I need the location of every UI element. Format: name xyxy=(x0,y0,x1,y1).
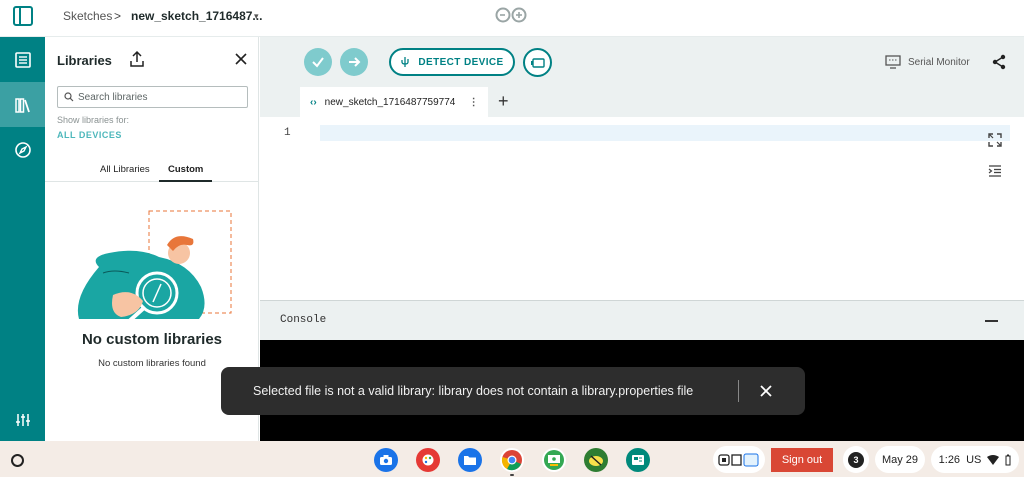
date-label: May 29 xyxy=(881,453,919,466)
minimize-console-icon[interactable] xyxy=(985,320,998,322)
screen-capture-icon xyxy=(718,453,759,466)
board-selector-button[interactable] xyxy=(523,48,552,77)
show-libraries-for-label: Show libraries for: xyxy=(57,115,130,125)
game-app-icon[interactable] xyxy=(584,448,608,472)
sliders-icon xyxy=(15,413,30,426)
monitor-icon xyxy=(885,55,901,69)
wifi-icon xyxy=(987,454,1000,465)
arrow-right-icon xyxy=(349,57,361,67)
board-icon xyxy=(530,57,545,68)
add-tab-icon[interactable]: + xyxy=(498,91,509,112)
camera-app-icon[interactable] xyxy=(374,448,398,472)
close-icon[interactable] xyxy=(759,384,773,403)
detect-device-label: DETECT DEVICE xyxy=(418,56,504,68)
sign-out-button[interactable]: Sign out xyxy=(771,448,833,472)
os-shelf: Sign out 3 May 29 1:26 US xyxy=(0,441,1024,477)
active-app-indicator xyxy=(510,474,514,476)
line-number: 1 xyxy=(284,127,291,139)
top-bar: Sketches > new_sketch_1716487... ▾ xyxy=(0,0,1024,37)
tab-menu-icon[interactable]: ⋮ xyxy=(469,97,479,108)
sketchbook-icon xyxy=(14,51,31,68)
expand-icon[interactable] xyxy=(987,132,1003,153)
editor-area: DETECT DEVICE Serial Monitor ‹› new_sket… xyxy=(260,37,1024,300)
sketch-menu-caret[interactable]: ▾ xyxy=(254,11,259,22)
notification-count-badge: 3 xyxy=(848,451,864,468)
arduino-logo xyxy=(494,7,530,28)
compass-icon xyxy=(14,141,31,158)
breadcrumb-sketches[interactable]: Sketches xyxy=(63,9,112,23)
format-indent-icon[interactable] xyxy=(987,164,1003,183)
canvas-app-icon[interactable] xyxy=(416,448,440,472)
rail-sketchbook[interactable] xyxy=(0,37,45,82)
tab-custom[interactable]: Custom xyxy=(168,164,203,175)
notifications-tray[interactable]: 3 xyxy=(843,446,869,473)
check-icon xyxy=(312,57,324,68)
file-tab[interactable]: ‹› new_sketch_1716487759774 ⋮ xyxy=(300,87,488,117)
classroom-app-icon[interactable] xyxy=(542,448,566,472)
empty-state-illustration xyxy=(69,207,239,332)
console-header: Console xyxy=(260,300,1024,340)
rail-libraries[interactable] xyxy=(0,82,45,127)
holding-space-tray[interactable] xyxy=(713,446,765,473)
time-label: 1:26 xyxy=(938,453,961,466)
libraries-title: Libraries xyxy=(57,53,112,68)
launcher-icon[interactable] xyxy=(11,454,24,467)
tabs-divider xyxy=(45,181,259,182)
rail-examples[interactable] xyxy=(0,127,45,172)
breadcrumb-separator: > xyxy=(114,9,122,23)
current-line-highlight[interactable] xyxy=(320,125,1010,141)
arduino-app-icon[interactable] xyxy=(626,448,650,472)
ime-label: US xyxy=(966,453,982,466)
left-rail xyxy=(0,37,45,441)
tab-all-libraries[interactable]: All Libraries xyxy=(100,164,150,175)
upload-button[interactable] xyxy=(340,48,368,76)
search-icon xyxy=(64,92,74,102)
device-filter-dropdown[interactable]: ALL DEVICES xyxy=(57,130,122,140)
library-search-box xyxy=(57,86,248,108)
serial-monitor-button[interactable]: Serial Monitor xyxy=(885,55,970,69)
code-file-icon: ‹› xyxy=(310,96,317,108)
error-toast: Selected file is not a valid library: li… xyxy=(221,367,805,415)
chrome-app-icon[interactable] xyxy=(500,448,524,472)
status-tray[interactable]: 1:26 US xyxy=(931,446,1019,473)
console-title: Console xyxy=(280,314,327,326)
file-tab-name: new_sketch_1716487759774 xyxy=(324,96,456,108)
verify-button[interactable] xyxy=(304,48,332,76)
upload-library-icon[interactable] xyxy=(129,50,145,73)
share-icon[interactable] xyxy=(991,54,1007,75)
rail-settings[interactable] xyxy=(0,397,45,442)
active-tab-indicator xyxy=(159,180,212,182)
close-icon[interactable] xyxy=(234,52,248,71)
files-app-icon[interactable] xyxy=(458,448,482,472)
search-input[interactable] xyxy=(78,89,243,105)
toggle-sidebar-icon[interactable] xyxy=(12,5,34,27)
toast-divider xyxy=(738,380,739,402)
toast-message: Selected file is not a valid library: li… xyxy=(253,384,694,398)
detect-device-button[interactable]: DETECT DEVICE xyxy=(389,48,515,76)
empty-state-title: No custom libraries xyxy=(81,331,223,348)
breadcrumb-sketch-name[interactable]: new_sketch_1716487... xyxy=(131,9,262,23)
usb-icon xyxy=(401,57,410,67)
date-tray[interactable]: May 29 xyxy=(875,446,925,473)
battery-icon xyxy=(1005,454,1011,465)
serial-monitor-label: Serial Monitor xyxy=(908,56,970,68)
libraries-icon xyxy=(14,97,30,113)
